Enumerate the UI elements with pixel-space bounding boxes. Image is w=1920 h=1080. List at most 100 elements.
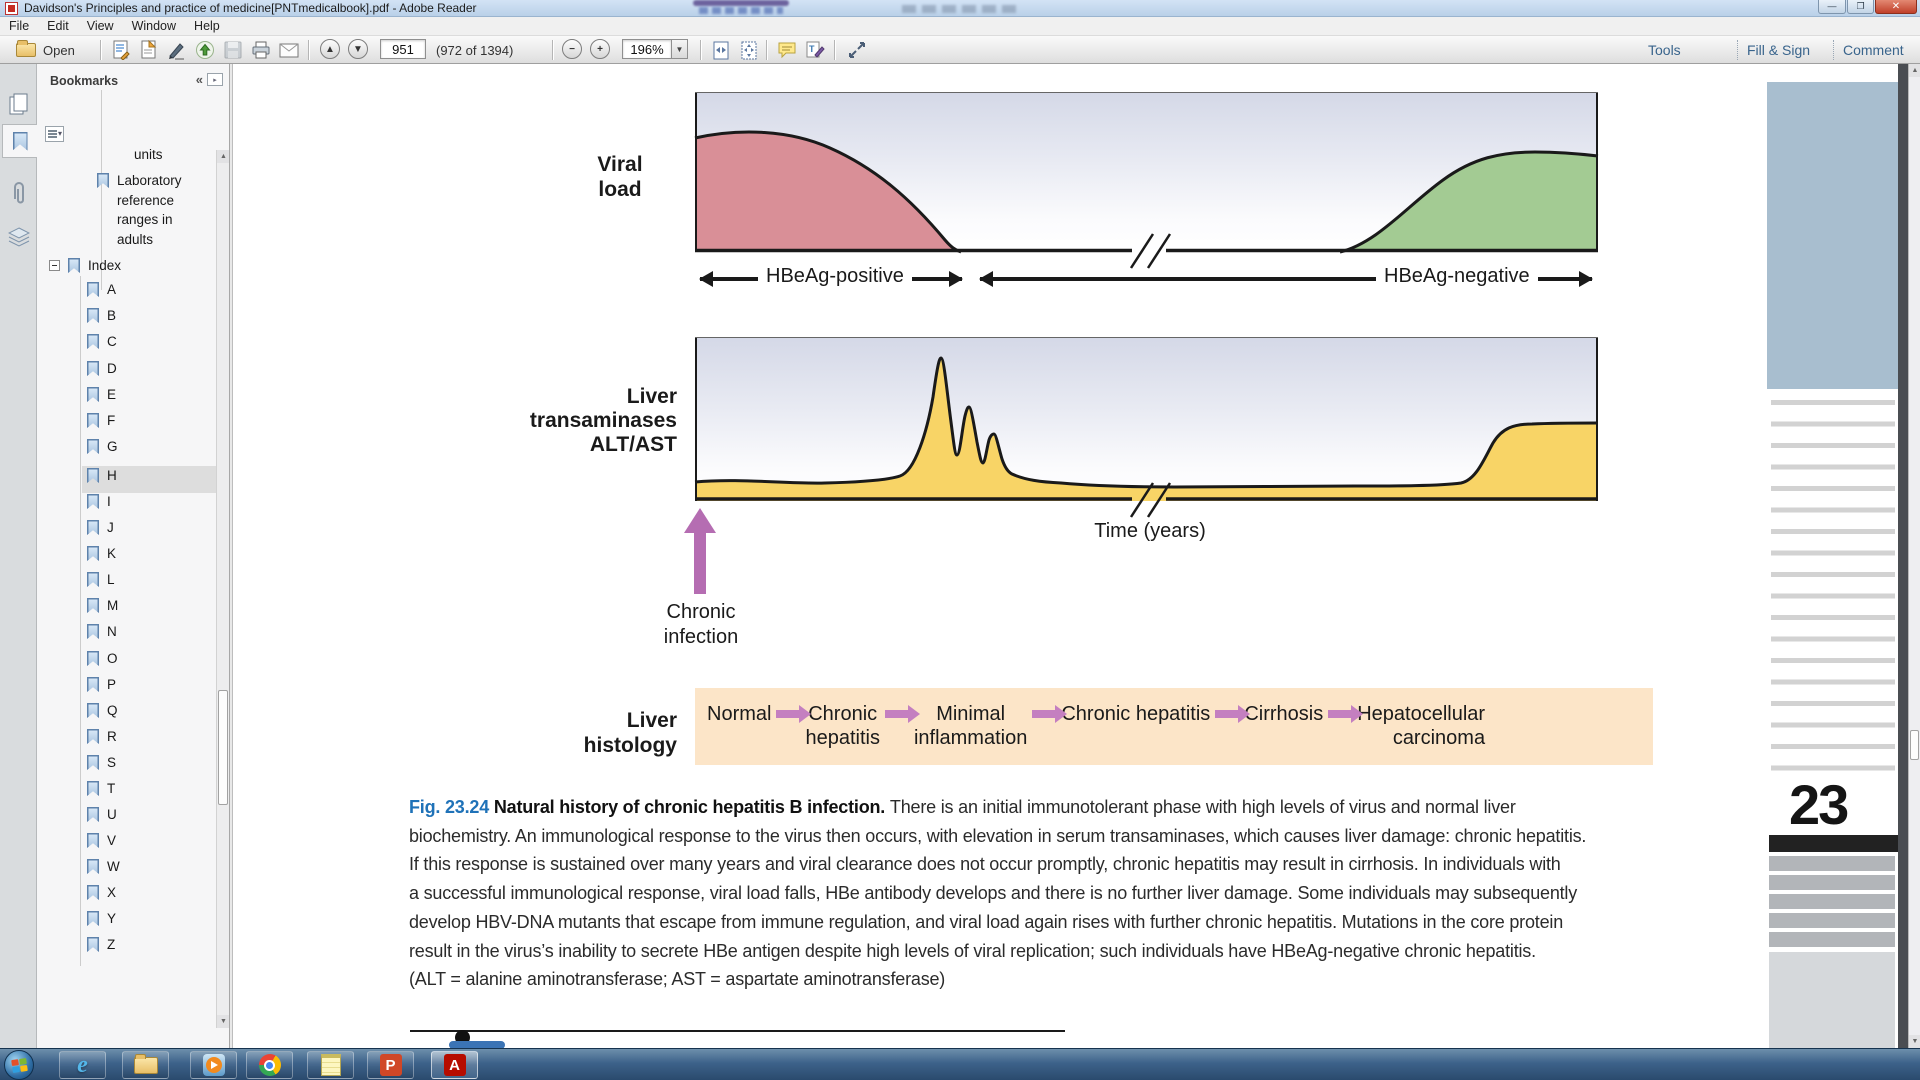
tab-tools[interactable]: Tools bbox=[1648, 39, 1681, 61]
page-number-input[interactable]: 951 bbox=[380, 39, 426, 59]
panel-menu-icon[interactable]: ▸ bbox=[207, 73, 223, 86]
start-button[interactable] bbox=[4, 1050, 34, 1080]
collapse-panel-icon[interactable]: « bbox=[196, 72, 203, 87]
fit-width-icon[interactable] bbox=[710, 39, 732, 61]
bookmark-item-letter[interactable]: R bbox=[87, 729, 117, 744]
bookmark-item-letter[interactable]: A bbox=[87, 282, 116, 297]
taskbar-windows-explorer[interactable] bbox=[122, 1051, 169, 1079]
fit-page-icon[interactable] bbox=[738, 39, 760, 61]
taskbar-adobe-reader[interactable]: A bbox=[431, 1051, 478, 1079]
adobe-reader-window: Davidson's Principles and practice of me… bbox=[0, 0, 1920, 1080]
convert-pdf-icon[interactable] bbox=[138, 39, 160, 61]
overlay-artifact bbox=[693, 0, 789, 6]
maximize-button[interactable]: ❐ bbox=[1847, 0, 1874, 14]
next-figure-border bbox=[410, 1030, 1065, 1032]
scroll-up-icon[interactable]: ▲ bbox=[1909, 64, 1920, 77]
comment-bubble-icon[interactable] bbox=[776, 39, 798, 61]
liver-histology-label: Liver histology bbox=[483, 708, 677, 758]
collapse-minus-icon[interactable] bbox=[49, 260, 60, 271]
bookmark-item-letter[interactable]: G bbox=[87, 439, 118, 454]
open-button[interactable]: Open bbox=[16, 39, 75, 61]
document-scrollbar[interactable]: ▲ ▼ bbox=[1908, 64, 1920, 1048]
bookmark-item-letter[interactable]: C bbox=[87, 334, 117, 349]
chronic-infection-arrow bbox=[684, 508, 716, 533]
zoom-dropdown-button[interactable]: ▼ bbox=[672, 39, 688, 59]
bookmark-item-letter-selected[interactable]: H bbox=[87, 468, 117, 483]
time-axis-label: Time (years) bbox=[1060, 520, 1240, 543]
fill-sign-icon[interactable]: T bbox=[804, 39, 826, 61]
email-icon[interactable] bbox=[278, 39, 300, 61]
bookmark-item-letter[interactable]: I bbox=[87, 494, 111, 509]
bookmark-item-letter[interactable]: P bbox=[87, 677, 116, 692]
bookmarks-panel-icon[interactable] bbox=[2, 124, 37, 158]
document-scroll-thumb[interactable] bbox=[1910, 730, 1919, 760]
taskbar-internet-explorer[interactable]: e bbox=[59, 1051, 106, 1079]
title-bar: Davidson's Principles and practice of me… bbox=[0, 0, 1920, 17]
bookmark-item-letter[interactable]: N bbox=[87, 624, 117, 639]
panel-scrollbar[interactable]: ▲ ▼ bbox=[216, 150, 229, 1028]
bookmark-item-letter[interactable]: F bbox=[87, 413, 115, 428]
bookmark-item-letter[interactable]: Q bbox=[87, 703, 118, 718]
save-icon[interactable] bbox=[222, 39, 244, 61]
overlay-artifact bbox=[902, 5, 1020, 13]
stage-arrow-icon bbox=[1328, 710, 1352, 718]
bookmark-item-letter[interactable]: D bbox=[87, 361, 117, 376]
taskbar-notepad[interactable] bbox=[307, 1051, 354, 1079]
histology-stage: Hepatocellularcarcinoma bbox=[1357, 702, 1485, 750]
save-as-icon[interactable] bbox=[110, 39, 132, 61]
bookmark-item-letter[interactable]: B bbox=[87, 308, 116, 323]
tab-fill-sign[interactable]: Fill & Sign bbox=[1747, 39, 1810, 61]
panel-scroll-thumb[interactable] bbox=[218, 690, 228, 805]
bookmark-item-partial[interactable]: units bbox=[134, 147, 163, 162]
menu-view[interactable]: View bbox=[78, 19, 123, 33]
attachments-icon[interactable] bbox=[3, 176, 35, 210]
sidebar-text-lines bbox=[1771, 400, 1895, 780]
bookmark-item-letter[interactable]: K bbox=[87, 546, 116, 561]
bookmark-item-letter[interactable]: O bbox=[87, 651, 118, 666]
canvas-gutter bbox=[1898, 64, 1908, 1048]
menu-window[interactable]: Window bbox=[123, 19, 185, 33]
print-icon[interactable] bbox=[250, 39, 272, 61]
chronic-infection-label: Chronic infection bbox=[621, 600, 781, 650]
zoom-in-button[interactable]: + bbox=[590, 39, 610, 59]
minimize-button[interactable]: — bbox=[1818, 0, 1846, 14]
close-button[interactable]: ✕ bbox=[1875, 0, 1917, 14]
bookmark-item-letter[interactable]: W bbox=[87, 859, 120, 874]
zoom-level-input[interactable]: 196% bbox=[622, 39, 672, 59]
svg-text:T: T bbox=[809, 44, 815, 54]
bookmark-item-letter[interactable]: L bbox=[87, 572, 115, 587]
page-thumbnails-icon[interactable] bbox=[3, 88, 35, 122]
taskbar-powerpoint[interactable]: P bbox=[367, 1051, 414, 1079]
menu-file[interactable]: File bbox=[0, 19, 38, 33]
taskbar-chrome[interactable] bbox=[246, 1051, 293, 1079]
bookmark-item-letter[interactable]: S bbox=[87, 755, 116, 770]
bookmark-options-icon[interactable] bbox=[45, 126, 64, 142]
scroll-down-icon[interactable]: ▼ bbox=[1909, 1035, 1920, 1048]
bookmark-item-letter[interactable]: T bbox=[87, 781, 115, 796]
bookmark-item-letter[interactable]: Z bbox=[87, 937, 115, 952]
previous-page-button[interactable]: ▲ bbox=[320, 39, 340, 59]
bookmark-item-letter[interactable]: V bbox=[87, 833, 116, 848]
menu-help[interactable]: Help bbox=[185, 19, 229, 33]
bookmark-item-letter[interactable]: X bbox=[87, 885, 116, 900]
next-page-button[interactable]: ▼ bbox=[348, 39, 368, 59]
open-folder-icon bbox=[16, 43, 36, 57]
sign-pen-icon[interactable] bbox=[166, 39, 188, 61]
stage-arrow-icon bbox=[1032, 710, 1056, 718]
bookmark-item-index[interactable]: Index bbox=[49, 258, 121, 273]
bookmark-item-letter[interactable]: Y bbox=[87, 911, 116, 926]
fullscreen-icon[interactable] bbox=[846, 39, 868, 61]
stage-arrow-icon bbox=[1215, 710, 1239, 718]
bookmark-item-letter[interactable]: M bbox=[87, 598, 118, 613]
taskbar-media-player[interactable] bbox=[190, 1051, 237, 1079]
zoom-out-button[interactable]: − bbox=[562, 39, 582, 59]
bookmark-item-laboratory[interactable]: Laboratory reference ranges in adults bbox=[97, 171, 182, 249]
layers-icon[interactable] bbox=[3, 220, 35, 254]
histology-stage: Normal bbox=[707, 702, 771, 726]
bookmark-item-letter[interactable]: J bbox=[87, 520, 114, 535]
upload-cloud-icon[interactable] bbox=[194, 39, 216, 61]
bookmark-item-letter[interactable]: E bbox=[87, 387, 116, 402]
tab-comment[interactable]: Comment bbox=[1843, 39, 1904, 61]
bookmark-item-letter[interactable]: U bbox=[87, 807, 117, 822]
menu-edit[interactable]: Edit bbox=[38, 19, 78, 33]
